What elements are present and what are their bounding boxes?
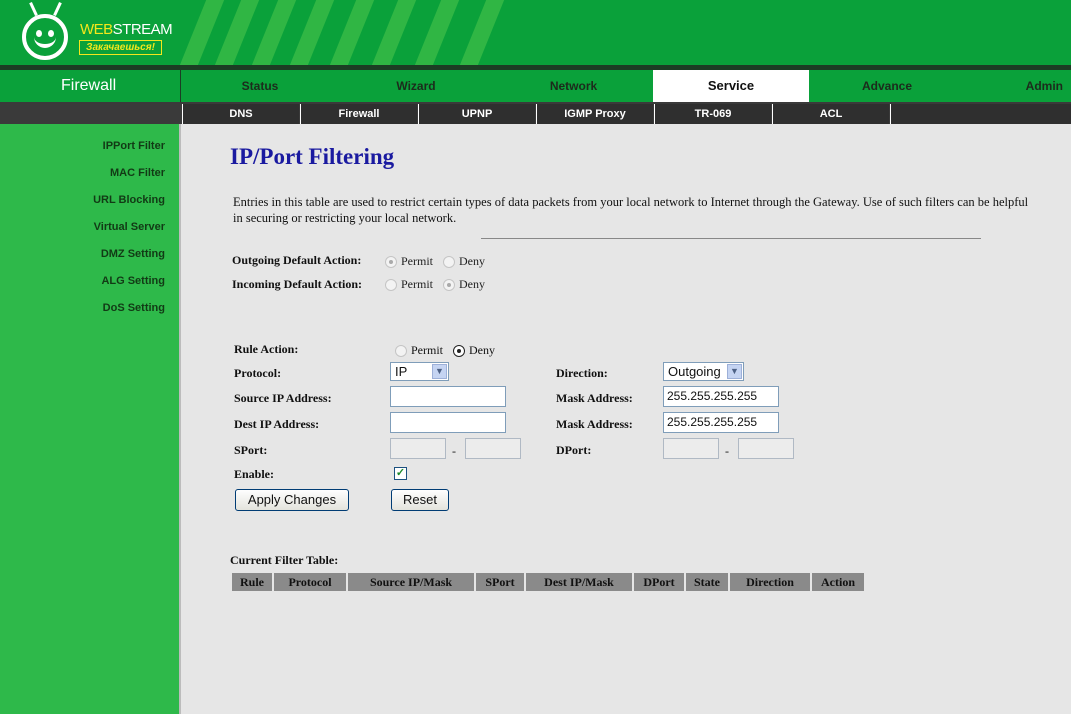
dest-mask-label: Mask Address: xyxy=(556,417,633,431)
dport-dash: - xyxy=(725,444,729,458)
table-header-row: Rule Protocol Source IP/Mask SPort Dest … xyxy=(232,573,864,591)
sidebar-item-ipport-filter[interactable]: IPPort Filter xyxy=(103,140,165,152)
col-source-ip-mask: Source IP/Mask xyxy=(348,573,474,591)
sidebar-item-dmz-setting[interactable]: DMZ Setting xyxy=(101,248,165,260)
outgoing-deny-radio[interactable] xyxy=(443,255,455,268)
col-action: Action xyxy=(812,573,864,591)
chevron-down-icon: ▼ xyxy=(432,364,447,379)
rule-action-label: Rule Action: xyxy=(234,342,299,356)
protocol-select[interactable]: IP ▼ xyxy=(390,362,449,381)
filter-table: Rule Protocol Source IP/Mask SPort Dest … xyxy=(230,571,866,593)
direction-label: Direction: xyxy=(556,366,608,380)
incoming-default-label: Incoming Default Action: xyxy=(232,277,362,291)
sidebar-item-dos-setting[interactable]: DoS Setting xyxy=(103,302,165,314)
incoming-default-radios: Permit Deny xyxy=(385,277,495,292)
tab-wizard[interactable]: Wizard xyxy=(338,70,494,102)
col-state: State xyxy=(686,573,728,591)
reset-button[interactable]: Reset xyxy=(391,489,449,511)
smiley-logo-icon xyxy=(22,14,68,60)
sidebar-item-virtual-server[interactable]: Virtual Server xyxy=(94,221,165,233)
direction-select[interactable]: Outgoing ▼ xyxy=(663,362,744,381)
dest-ip-label: Dest IP Address: xyxy=(234,417,320,431)
tab-status[interactable]: Status xyxy=(182,70,338,102)
filter-table-title: Current Filter Table: xyxy=(230,553,339,567)
sport-start-input[interactable] xyxy=(390,438,446,459)
dport-label: DPort: xyxy=(556,443,592,457)
col-rule: Rule xyxy=(232,573,272,591)
source-ip-input[interactable] xyxy=(390,386,506,407)
col-dest-ip-mask: Dest IP/Mask xyxy=(526,573,632,591)
dest-ip-input[interactable] xyxy=(390,412,506,433)
tab-admin[interactable]: Admin xyxy=(1010,70,1071,102)
outgoing-default-radios: Permit Deny xyxy=(385,254,495,269)
divider xyxy=(481,238,981,239)
brand-tagline: Закачаешься! xyxy=(79,40,162,55)
col-protocol: Protocol xyxy=(274,573,346,591)
subtab-firewall[interactable]: Firewall xyxy=(300,104,417,124)
sport-label: SPort: xyxy=(234,443,268,457)
section-title: Firewall xyxy=(0,70,181,102)
sport-end-input[interactable] xyxy=(465,438,521,459)
enable-label: Enable: xyxy=(234,467,275,481)
outgoing-permit-radio[interactable] xyxy=(385,255,397,268)
sidebar-item-mac-filter[interactable]: MAC Filter xyxy=(110,167,165,179)
subtab-igmp-proxy[interactable]: IGMP Proxy xyxy=(536,104,653,124)
tab-advance[interactable]: Advance xyxy=(810,70,964,102)
outgoing-default-label: Outgoing Default Action: xyxy=(232,253,362,267)
direction-select-value: Outgoing xyxy=(668,364,721,379)
col-direction: Direction xyxy=(730,573,810,591)
protocol-select-value: IP xyxy=(395,364,408,379)
tab-service[interactable]: Service xyxy=(653,70,809,102)
subtab-acl[interactable]: ACL xyxy=(772,104,889,124)
subtab-empty xyxy=(890,104,1071,124)
main-nav: Firewall Status Wizard Network Service A… xyxy=(0,70,1071,102)
subtab-dns[interactable]: DNS xyxy=(182,104,299,124)
apply-changes-button[interactable]: Apply Changes xyxy=(235,489,349,511)
incoming-deny-radio[interactable] xyxy=(443,278,455,291)
page-title: IP/Port Filtering xyxy=(230,144,395,169)
rule-deny-radio[interactable] xyxy=(453,344,465,357)
sidebar-item-url-blocking[interactable]: URL Blocking xyxy=(93,194,165,206)
brand-name: WEBSTREAM xyxy=(80,21,173,38)
tab-network[interactable]: Network xyxy=(495,70,652,102)
header-banner: WEBSTREAM Закачаешься! xyxy=(0,0,1071,68)
page-description: Entries in this table are used to restri… xyxy=(233,195,1029,225)
sub-nav: DNS Firewall UPNP IGMP Proxy TR-069 ACL xyxy=(0,102,1071,124)
subtab-upnp[interactable]: UPNP xyxy=(418,104,535,124)
sidebar: IPPort Filter MAC Filter URL Blocking Vi… xyxy=(0,124,181,714)
enable-checkbox[interactable]: ✓ xyxy=(394,467,407,480)
incoming-permit-radio[interactable] xyxy=(385,278,397,291)
rule-permit-radio[interactable] xyxy=(395,344,407,357)
dest-mask-input[interactable]: 255.255.255.255 xyxy=(663,412,779,433)
chevron-down-icon: ▼ xyxy=(727,364,742,379)
main-content: IP/Port Filtering Entries in this table … xyxy=(183,124,1071,714)
source-ip-label: Source IP Address: xyxy=(234,391,332,405)
source-mask-label: Mask Address: xyxy=(556,391,633,405)
subtab-tr069[interactable]: TR-069 xyxy=(654,104,771,124)
source-mask-input[interactable]: 255.255.255.255 xyxy=(663,386,779,407)
sport-dash: - xyxy=(452,444,456,458)
protocol-label: Protocol: xyxy=(234,366,282,380)
dport-end-input[interactable] xyxy=(738,438,794,459)
rule-action-radios: Permit Deny xyxy=(395,343,505,358)
dport-start-input[interactable] xyxy=(663,438,719,459)
col-dport: DPort xyxy=(634,573,684,591)
sidebar-item-alg-setting[interactable]: ALG Setting xyxy=(101,275,165,287)
col-sport: SPort xyxy=(476,573,524,591)
